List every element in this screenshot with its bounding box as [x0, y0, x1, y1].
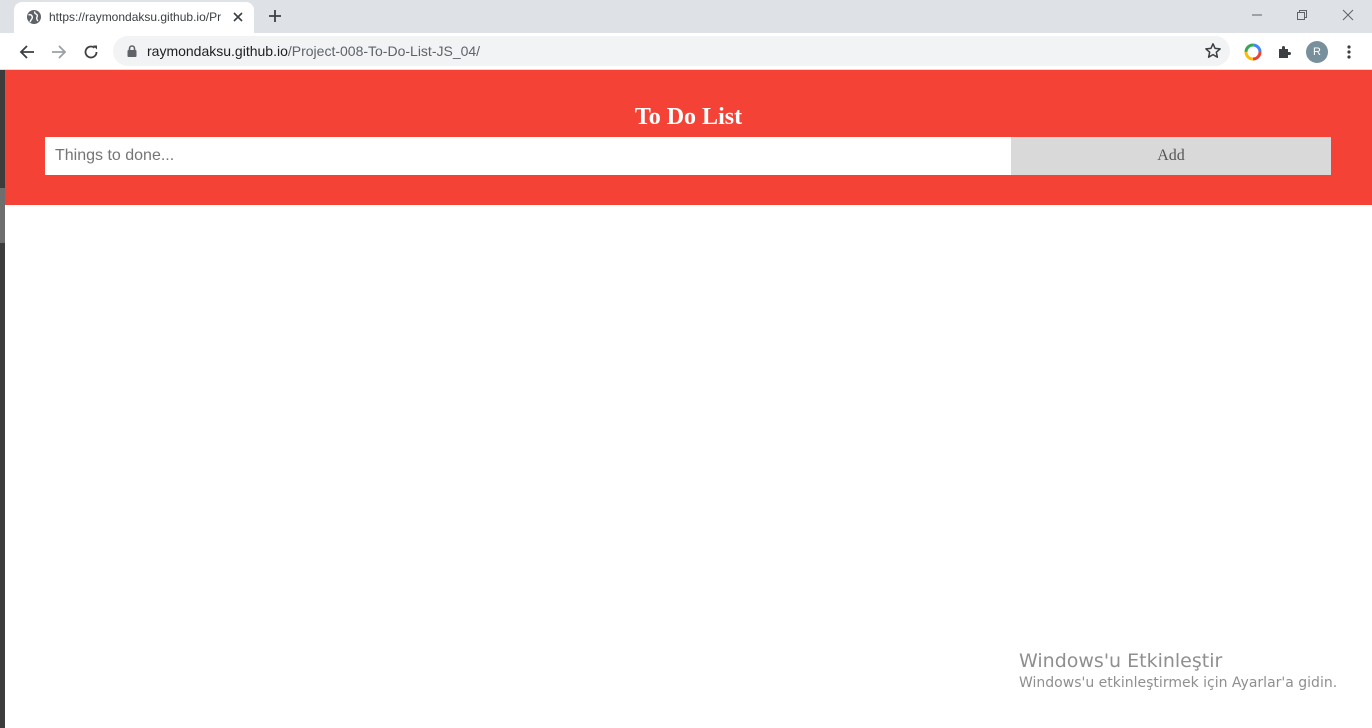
browser-chrome: https://raymondaksu.github.io/Pr raymond…	[0, 0, 1372, 70]
address-bar[interactable]: raymondaksu.github.io/Project-008-To-Do-…	[113, 36, 1230, 66]
windows-activation-watermark: Windows'u Etkinleştir Windows'u etkinleş…	[1019, 650, 1337, 691]
lock-icon	[127, 45, 137, 57]
tab-title: https://raymondaksu.github.io/Pr	[49, 10, 222, 24]
new-tab-plus-icon[interactable]	[264, 5, 286, 27]
restore-icon[interactable]	[1279, 0, 1325, 30]
page-title: To Do List	[634, 104, 743, 130]
page-viewport: To Do List Add	[5, 70, 1372, 728]
todo-header: To Do List Add	[5, 70, 1372, 205]
back-arrow-icon[interactable]	[13, 38, 41, 66]
profile-avatar[interactable]: R	[1306, 41, 1328, 63]
globe-icon	[27, 10, 41, 24]
url-host: raymondaksu.github.io	[147, 43, 288, 59]
todo-input[interactable]	[45, 137, 1011, 175]
browser-tab[interactable]: https://raymondaksu.github.io/Pr	[14, 2, 254, 33]
forward-arrow-icon[interactable]	[45, 38, 73, 66]
color-extension-icon[interactable]	[1239, 38, 1267, 66]
add-button[interactable]: Add	[1011, 137, 1331, 175]
tab-close-icon[interactable]	[230, 9, 246, 25]
browser-toolbar: raymondaksu.github.io/Project-008-To-Do-…	[0, 33, 1372, 70]
menu-kebab-icon[interactable]	[1335, 38, 1363, 66]
watermark-title: Windows'u Etkinleştir	[1019, 650, 1223, 672]
tab-strip: https://raymondaksu.github.io/Pr	[0, 0, 1372, 33]
bookmark-star-icon[interactable]	[1204, 42, 1222, 60]
url-text: raymondaksu.github.io/Project-008-To-Do-…	[147, 43, 480, 59]
reload-icon[interactable]	[77, 38, 105, 66]
close-window-icon[interactable]	[1325, 0, 1371, 30]
minimize-icon[interactable]	[1234, 0, 1280, 30]
url-path: /Project-008-To-Do-List-JS_04/	[287, 43, 481, 59]
watermark-subtitle: Windows'u etkinleştirmek için Ayarlar'a …	[1019, 675, 1338, 691]
extensions-puzzle-icon[interactable]	[1271, 38, 1299, 66]
